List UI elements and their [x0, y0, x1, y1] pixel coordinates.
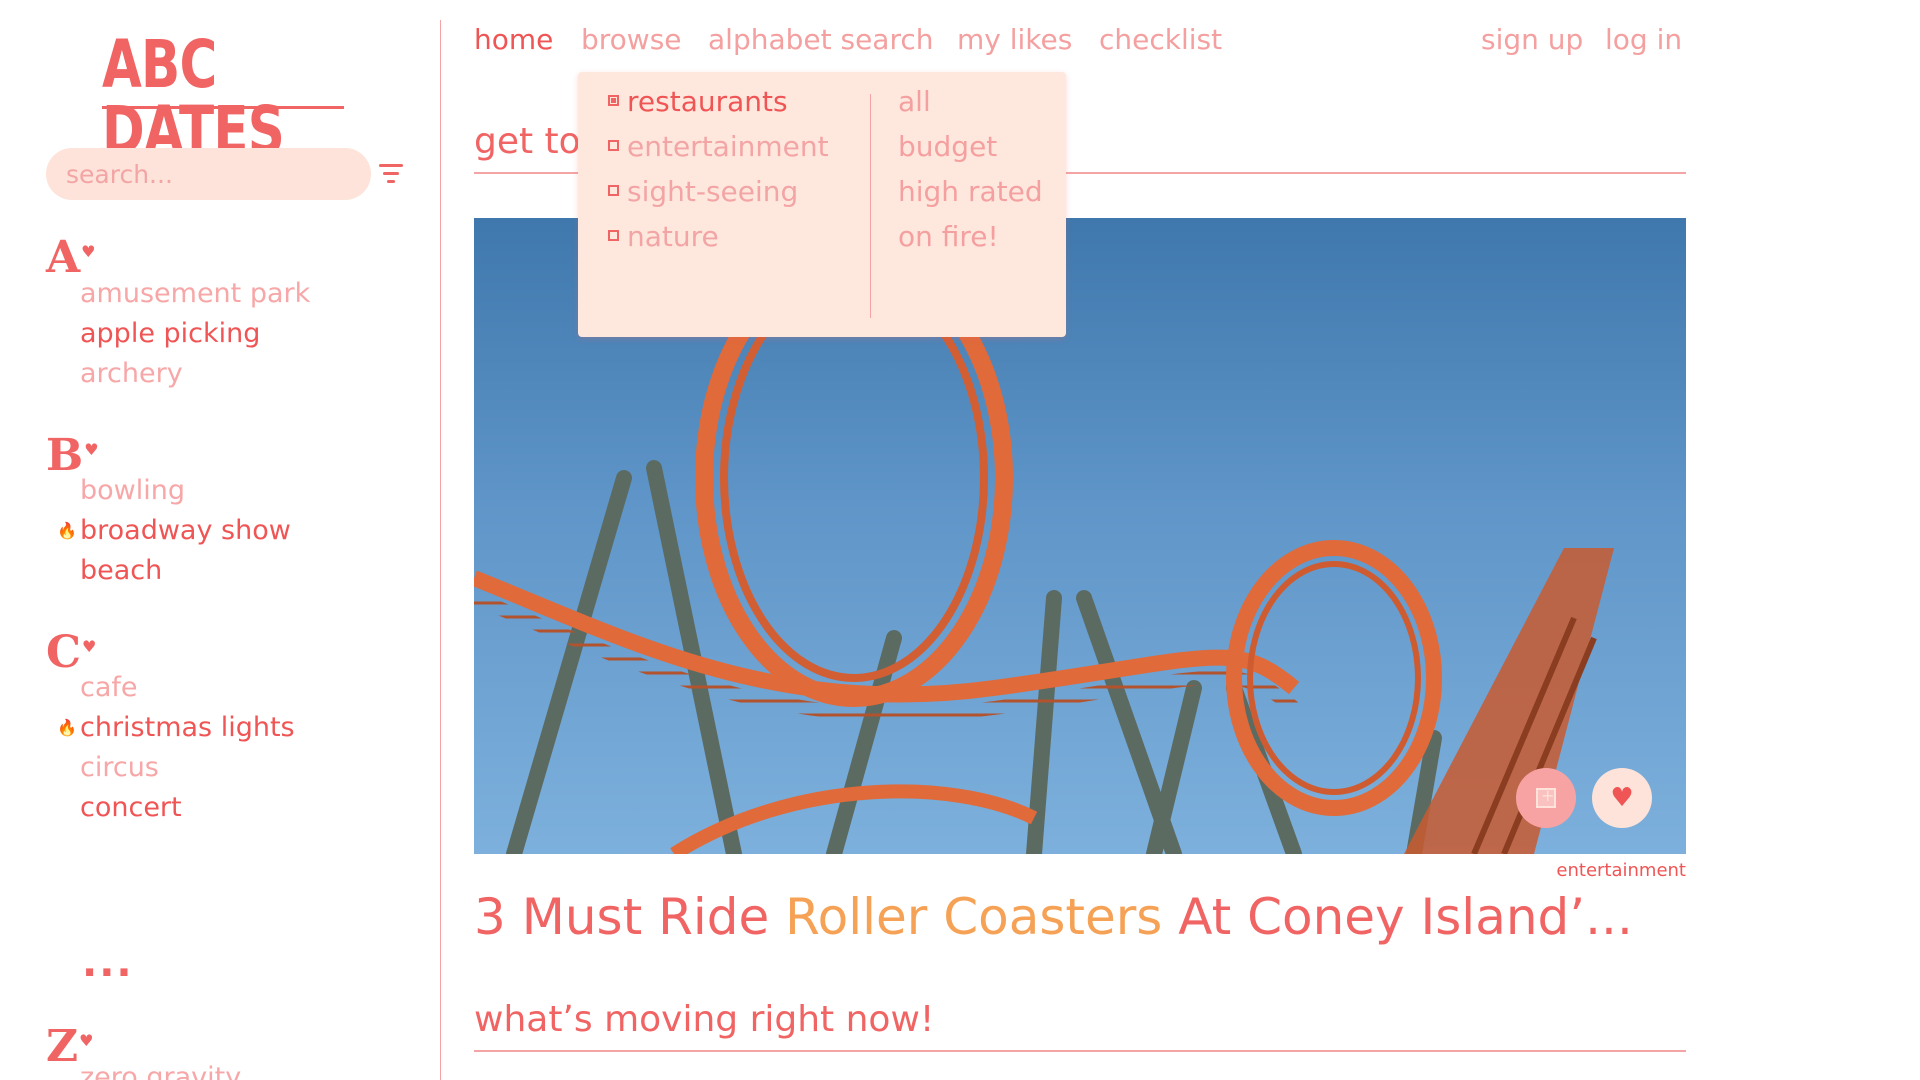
dropdown-category-label: nature	[627, 220, 719, 253]
sidebar-divider	[440, 20, 441, 1080]
letter-heading-c: C♥	[46, 627, 97, 678]
logo[interactable]: ABC DATES	[102, 32, 366, 164]
section-title-trending: what’s moving right now!	[474, 999, 935, 1040]
nav-browse[interactable]: browse	[581, 26, 682, 54]
headline-part: 3 Must Ride	[474, 888, 786, 946]
dropdown-option-budget[interactable]: budget	[898, 133, 997, 161]
ellipsis: ...	[82, 940, 134, 986]
letter-heading-b: B♥	[46, 430, 99, 481]
sidebar-item[interactable]: apple picking	[80, 320, 260, 347]
like-button[interactable]: ♥	[1592, 768, 1652, 828]
dropdown-category-restaurants[interactable]: restaurants	[608, 88, 788, 116]
article-headline[interactable]: 3 Must Ride Roller Coasters At Coney Isl…	[474, 892, 1633, 942]
dropdown-divider	[870, 94, 871, 318]
nav-log-in[interactable]: log in	[1605, 26, 1682, 54]
heart-icon: ♥	[84, 440, 99, 459]
nav-checklist[interactable]: checklist	[1099, 26, 1222, 54]
logo-underline	[102, 106, 344, 109]
checkbox-icon[interactable]	[608, 139, 619, 151]
checkbox-icon[interactable]	[608, 229, 619, 241]
heart-icon: ♥	[81, 242, 96, 261]
headline-part: At Coney Island’...	[1162, 888, 1633, 946]
sidebar-item[interactable]: circus	[80, 754, 159, 781]
nav-home[interactable]: home	[474, 26, 553, 54]
dropdown-option-on-fire[interactable]: on fire!	[898, 223, 999, 251]
add-icon	[1536, 786, 1556, 808]
sidebar-item[interactable]: bowling	[80, 477, 185, 504]
nav-alphabet-search[interactable]: alphabet search	[708, 26, 934, 54]
heart-icon: ♥	[79, 1031, 94, 1050]
checkbox-icon[interactable]	[608, 184, 619, 196]
sidebar-item[interactable]: beach	[80, 557, 162, 584]
search-input[interactable]	[46, 148, 371, 200]
section-divider	[474, 1050, 1686, 1052]
dropdown-option-all[interactable]: all	[898, 88, 931, 116]
dropdown-category-sight-seeing[interactable]: sight-seeing	[608, 178, 798, 206]
checkbox-icon[interactable]	[608, 94, 619, 106]
add-to-checklist-button[interactable]	[1516, 768, 1576, 828]
sidebar-item[interactable]: christmas lights	[80, 714, 295, 741]
sidebar-item[interactable]: archery	[80, 360, 183, 387]
dropdown-category-label: restaurants	[627, 85, 788, 118]
letter-heading-a: A♥	[46, 232, 96, 283]
browse-dropdown: restaurants entertainment sight-seeing n…	[578, 72, 1066, 337]
flame-icon: 🔥	[57, 718, 77, 737]
sidebar: ABC DATES A♥ amusement park apple pickin…	[0, 0, 440, 1080]
heart-icon: ♥	[82, 637, 97, 656]
flame-icon: 🔥	[57, 521, 77, 540]
filter-icon[interactable]	[379, 163, 405, 185]
dropdown-category-entertainment[interactable]: entertainment	[608, 133, 829, 161]
sidebar-item[interactable]: broadway show	[80, 517, 291, 544]
dropdown-category-label: entertainment	[627, 130, 829, 163]
dropdown-category-label: sight-seeing	[627, 175, 799, 208]
dropdown-option-high-rated[interactable]: high rated	[898, 178, 1043, 206]
dropdown-category-nature[interactable]: nature	[608, 223, 719, 251]
sidebar-item[interactable]: concert	[80, 794, 182, 821]
headline-highlight: Roller Coasters	[785, 888, 1163, 946]
nav-my-likes[interactable]: my likes	[957, 26, 1072, 54]
sidebar-item[interactable]: zero gravity	[80, 1064, 241, 1080]
sidebar-item[interactable]: cafe	[80, 674, 138, 701]
sidebar-item[interactable]: amusement park	[80, 280, 310, 307]
category-tag[interactable]: entertainment	[1556, 862, 1686, 880]
nav-sign-up[interactable]: sign up	[1481, 26, 1583, 54]
heart-icon: ♥	[1610, 783, 1634, 813]
